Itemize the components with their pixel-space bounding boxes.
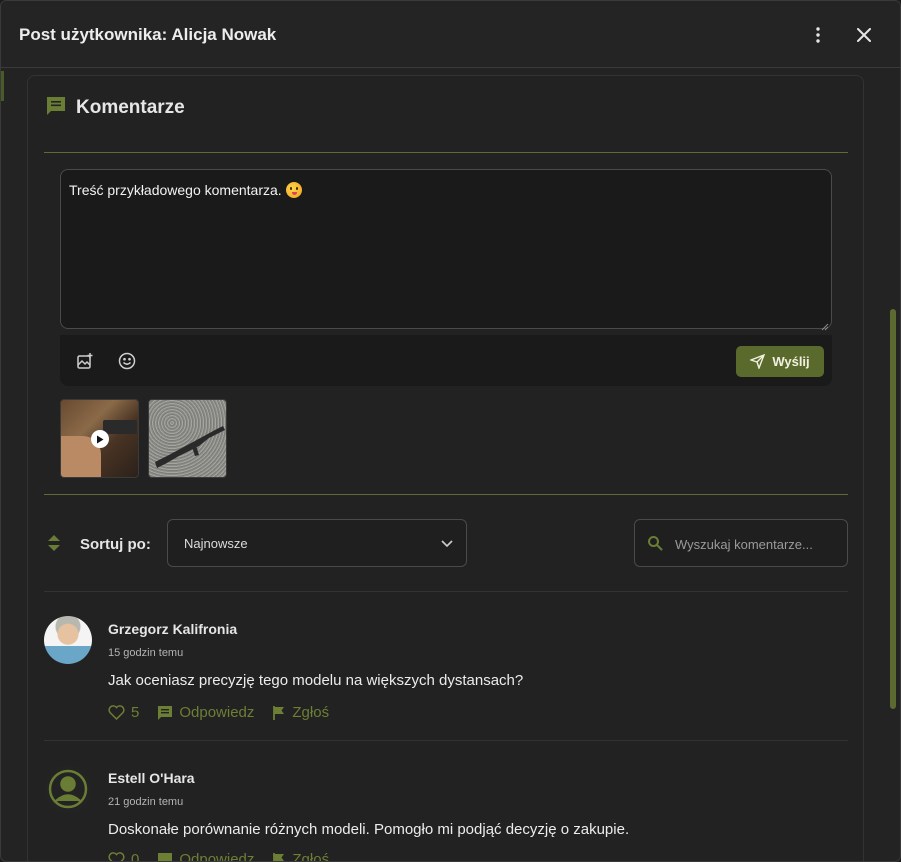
send-icon xyxy=(750,354,766,369)
comment-time: 15 godzin temu xyxy=(108,647,184,659)
comment-actions: 0 Odpowiedz Zgłoś xyxy=(108,851,330,862)
sort-select-value[interactable]: Najnowsze xyxy=(184,536,248,551)
divider xyxy=(44,494,848,495)
comment-icon xyxy=(158,852,173,861)
avatar[interactable] xyxy=(44,765,92,813)
divider xyxy=(44,740,848,741)
comment-icon xyxy=(158,705,173,720)
comment-author[interactable]: Grzegorz Kalifronia xyxy=(108,621,237,637)
report-button[interactable]: Zgłoś xyxy=(272,851,330,862)
search-box xyxy=(634,519,848,567)
like-count: 0 xyxy=(131,851,140,862)
like-button[interactable]: 5 xyxy=(108,704,139,721)
chevron-down-icon[interactable] xyxy=(441,535,453,553)
attachment-video-thumbnail[interactable] xyxy=(60,399,139,478)
comment-icon xyxy=(45,95,67,122)
user-icon xyxy=(48,769,88,809)
reply-button[interactable]: Odpowiedz xyxy=(157,851,255,862)
flag-icon xyxy=(273,705,285,720)
report-button[interactable]: Zgłoś xyxy=(272,704,329,721)
comment-actions: 5 Odpowiedz Zgłoś xyxy=(108,704,329,721)
avatar[interactable] xyxy=(44,616,92,664)
comment-editor-text[interactable]: Treść przykładowego komentarza. xyxy=(69,182,302,198)
reply-button[interactable]: Odpowiedz xyxy=(157,704,254,721)
flag-icon xyxy=(273,852,285,861)
sort-icon xyxy=(47,534,61,557)
comment-editor-value: Treść przykładowego komentarza. xyxy=(69,182,282,198)
add-image-icon[interactable] xyxy=(74,350,96,372)
attachment-image-thumbnail[interactable] xyxy=(148,399,227,478)
post-modal: Post użytkownika: Alicja Nowak Komentarz… xyxy=(0,0,901,862)
like-button[interactable]: 0 xyxy=(108,851,140,862)
editor-toolbar xyxy=(60,335,832,386)
heart-icon xyxy=(108,852,125,861)
reply-label: Odpowiedz xyxy=(179,851,255,862)
reply-label: Odpowiedz xyxy=(179,704,255,721)
side-indicator xyxy=(1,71,4,101)
divider xyxy=(44,591,848,592)
smiley-icon[interactable] xyxy=(116,350,138,372)
modal-title: Post użytkownika: Alicja Nowak xyxy=(19,25,277,44)
face-with-tongue-emoji-icon xyxy=(285,182,302,198)
comment-text: Jak oceniasz precyzję tego modelu na wię… xyxy=(108,672,524,689)
scrollbar-thumb[interactable] xyxy=(890,309,896,709)
close-icon[interactable] xyxy=(852,23,876,47)
more-vertical-icon[interactable] xyxy=(806,23,830,47)
comment-text: Doskonałe porównanie różnych modeli. Pom… xyxy=(108,821,630,838)
comment-author[interactable]: Estell O'Hara xyxy=(108,770,195,786)
report-label: Zgłoś xyxy=(292,704,330,721)
resize-grip-icon[interactable] xyxy=(821,318,829,336)
search-icon xyxy=(647,535,663,556)
sort-label: Sortuj po: xyxy=(80,536,151,553)
heart-icon xyxy=(108,705,125,720)
search-input[interactable] xyxy=(675,534,840,554)
like-count: 5 xyxy=(131,704,140,721)
send-button[interactable]: Wyślij xyxy=(736,346,824,377)
send-button-label: Wyślij xyxy=(772,354,810,369)
section-title: Komentarze xyxy=(76,97,185,118)
comment-time: 21 godzin temu xyxy=(108,796,184,808)
report-label: Zgłoś xyxy=(292,851,330,862)
divider xyxy=(44,152,848,153)
play-icon[interactable] xyxy=(91,430,109,448)
